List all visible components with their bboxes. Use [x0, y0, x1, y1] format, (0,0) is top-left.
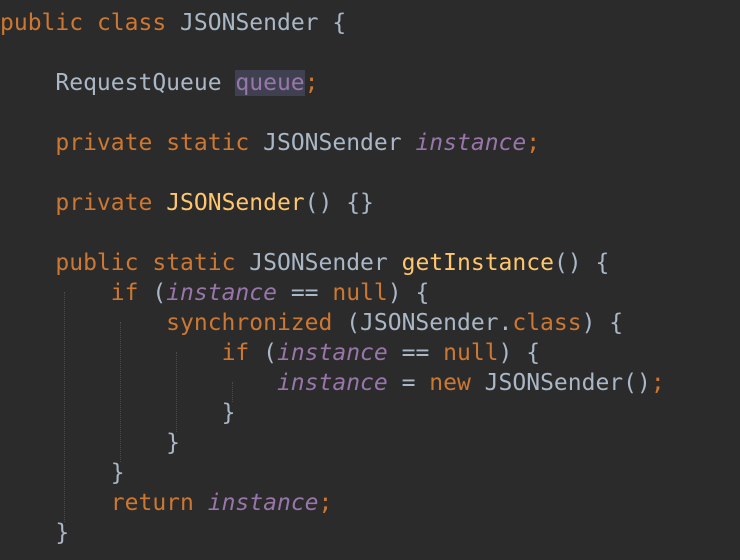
- code-token: static: [152, 250, 236, 276]
- code-area[interactable]: public class JSONSender { RequestQueue q…: [0, 8, 665, 548]
- code-token: () {: [553, 250, 610, 276]
- code-token: instance: [207, 490, 319, 516]
- code-token: class: [512, 310, 582, 336]
- code-line[interactable]: if (instance == null) {: [0, 278, 665, 308]
- code-token: new: [429, 370, 471, 396]
- code-token: ;: [304, 70, 319, 96]
- code-token: ==: [387, 340, 444, 366]
- code-line[interactable]: }: [0, 428, 665, 458]
- code-token: =: [387, 370, 430, 396]
- code-token: ;: [526, 130, 541, 156]
- code-line[interactable]: return instance;: [0, 488, 665, 518]
- code-editor[interactable]: public class JSONSender { RequestQueue q…: [0, 0, 740, 560]
- code-token: ==: [276, 280, 333, 306]
- code-token: JSONSender: [249, 130, 416, 156]
- code-token: (JSONSender.: [332, 310, 513, 336]
- code-line[interactable]: instance = new JSONSender();: [0, 368, 665, 398]
- code-token: instance: [276, 340, 388, 366]
- code-line[interactable]: }: [0, 458, 665, 488]
- code-line[interactable]: public static JSONSender getInstance() {: [0, 248, 665, 278]
- code-token: ) {: [498, 340, 541, 366]
- code-token: null: [443, 340, 499, 366]
- code-line[interactable]: [0, 158, 665, 188]
- code-line[interactable]: private static JSONSender instance;: [0, 128, 665, 158]
- code-line[interactable]: [0, 38, 665, 68]
- code-token: queue: [235, 70, 305, 96]
- code-token: ) {: [387, 280, 430, 306]
- code-token: instance: [415, 130, 527, 156]
- code-token: public: [0, 10, 84, 36]
- code-token: RequestQueue: [55, 70, 236, 96]
- code-line[interactable]: [0, 218, 665, 248]
- code-token: public: [55, 250, 139, 276]
- code-token: synchronized: [166, 310, 333, 336]
- code-token: JSONSender: [166, 190, 305, 216]
- code-token: instance: [166, 280, 277, 306]
- code-token: if: [221, 340, 250, 366]
- code-token: ;: [318, 490, 333, 516]
- code-token: (: [138, 280, 167, 306]
- code-token: () {}: [304, 190, 374, 216]
- code-line[interactable]: }: [0, 398, 665, 428]
- code-token: null: [332, 280, 388, 306]
- code-token: return: [110, 490, 194, 516]
- code-token: instance: [276, 370, 388, 396]
- code-token: ) {: [581, 310, 624, 336]
- code-token: getInstance: [401, 250, 554, 276]
- code-line[interactable]: public class JSONSender {: [0, 8, 665, 38]
- code-line[interactable]: RequestQueue queue;: [0, 68, 665, 98]
- code-token: class: [96, 10, 167, 36]
- code-token: }: [55, 520, 70, 546]
- code-token: if: [110, 280, 139, 306]
- code-token: ;: [650, 370, 665, 396]
- code-line[interactable]: }: [0, 518, 665, 548]
- code-line[interactable]: if (instance == null) {: [0, 338, 665, 368]
- code-token: private: [55, 190, 153, 216]
- code-line[interactable]: synchronized (JSONSender.class) {: [0, 308, 665, 338]
- code-token: JSONSender(): [470, 370, 651, 396]
- code-token: (: [249, 340, 277, 366]
- code-token: private: [55, 130, 153, 156]
- code-token: }: [166, 430, 181, 456]
- code-token: JSONSender: [235, 250, 402, 276]
- code-token: JSONSender {: [166, 10, 347, 36]
- code-token: }: [110, 460, 125, 486]
- code-token: static: [166, 130, 250, 156]
- code-line[interactable]: private JSONSender() {}: [0, 188, 665, 218]
- code-token: }: [221, 400, 236, 426]
- code-line[interactable]: [0, 98, 665, 128]
